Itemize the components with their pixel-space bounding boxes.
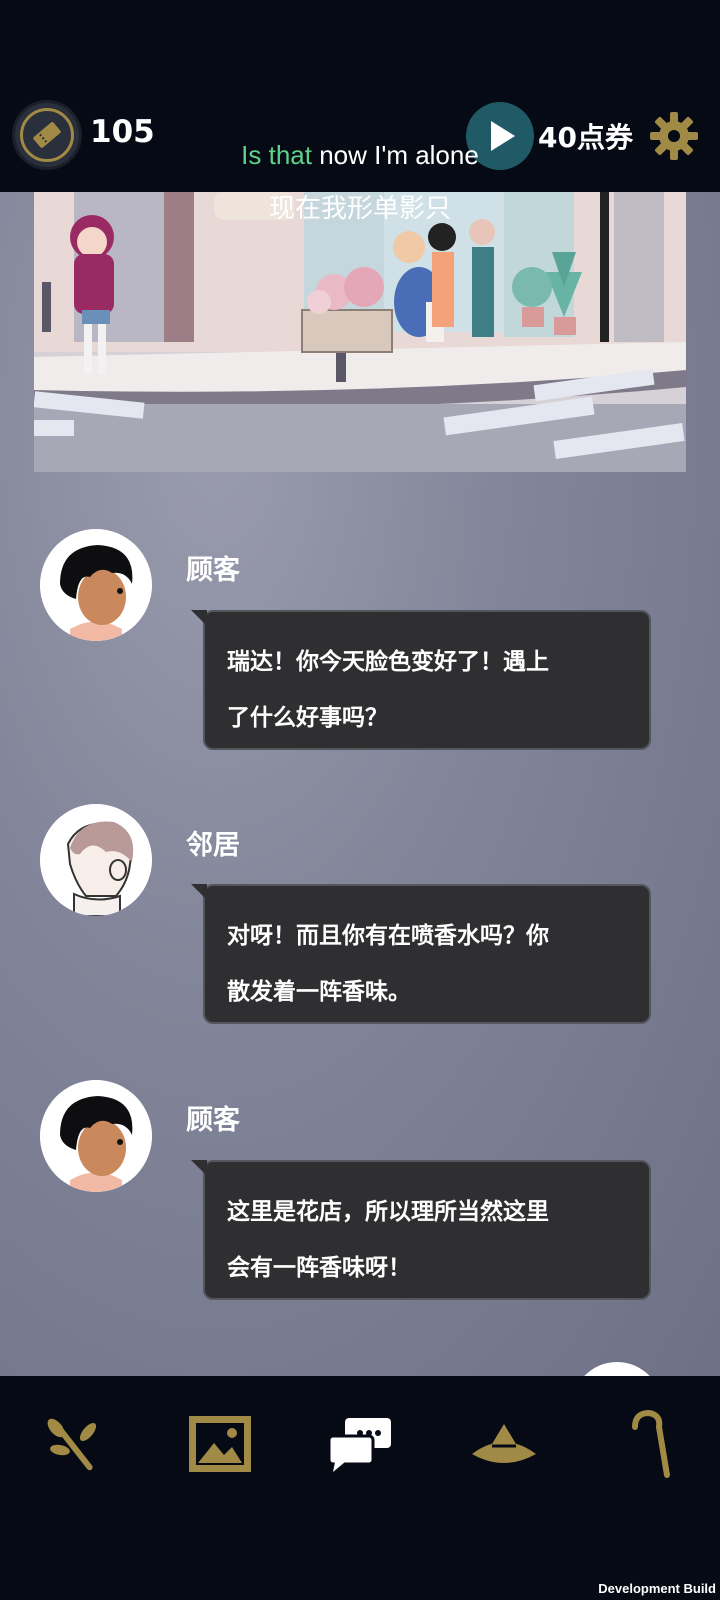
cane-icon: [632, 1409, 670, 1478]
nav-gallery[interactable]: [182, 1406, 258, 1482]
gallery-icon: [189, 1416, 251, 1472]
dialogue-line: 对呀！而且你有在喷香水吗？你: [227, 923, 549, 949]
dialogue-line: 会有一阵香味呀！: [227, 1255, 411, 1281]
dialogue-line: 瑞达！你今天脸色变好了！遇上: [227, 649, 549, 675]
speaker-name: 邻居: [186, 830, 240, 861]
subtitle-rest: now I'm alone: [311, 140, 479, 170]
neighbor-portrait-icon: [40, 804, 152, 916]
avatar-customer: [40, 1080, 152, 1192]
subtitle-highlight: Is that: [241, 140, 312, 170]
nav-branch[interactable]: [34, 1406, 110, 1482]
dialogue-line: 了什么好事吗？: [227, 705, 388, 731]
nav-cane[interactable]: [608, 1406, 684, 1482]
hat-icon: [472, 1424, 536, 1463]
scene-illustration: [34, 192, 686, 472]
dialogue-bubble[interactable]: 瑞达！你今天脸色变好了！遇上 了什么好事吗？: [191, 610, 651, 750]
customer-portrait-icon: [40, 1080, 152, 1192]
avatar-next-partial: [572, 1362, 662, 1376]
customer-portrait-icon: [40, 529, 152, 641]
story-area: 顾客 瑞达！你今天脸色变好了！遇上 了什么好事吗？ 邻居 对呀！而且你有在喷香水…: [0, 192, 720, 1376]
game-screen: 顾客 瑞达！你今天脸色变好了！遇上 了什么好事吗？ 邻居 对呀！而且你有在喷香水…: [0, 0, 720, 1600]
dialogue-line: 这里是花店，所以理所当然这里: [227, 1199, 549, 1225]
avatar-customer: [40, 529, 152, 641]
chat-icon: [327, 1418, 391, 1472]
dialogue-line: 散发着一阵香味。: [227, 979, 411, 1005]
nav-hat[interactable]: [466, 1406, 542, 1482]
dialogue-bubble[interactable]: 对呀！而且你有在喷香水吗？你 散发着一阵香味。: [191, 884, 651, 1024]
speaker-name: 顾客: [186, 555, 240, 586]
avatar-neighbor: [40, 804, 152, 916]
branch-icon: [47, 1418, 97, 1471]
bottom-nav: Development Build: [0, 1376, 720, 1600]
nav-chat[interactable]: [322, 1406, 398, 1482]
dialogue-bubble[interactable]: 这里是花店，所以理所当然这里 会有一阵香味呀！: [191, 1160, 651, 1300]
subtitle-english: Is that now I'm alone: [0, 140, 720, 171]
street-scene-image: [34, 192, 686, 472]
dev-build-label: Development Build: [598, 1581, 716, 1596]
subtitle-chinese: 现在我形单影只: [268, 194, 451, 224]
speaker-name: 顾客: [186, 1105, 240, 1136]
